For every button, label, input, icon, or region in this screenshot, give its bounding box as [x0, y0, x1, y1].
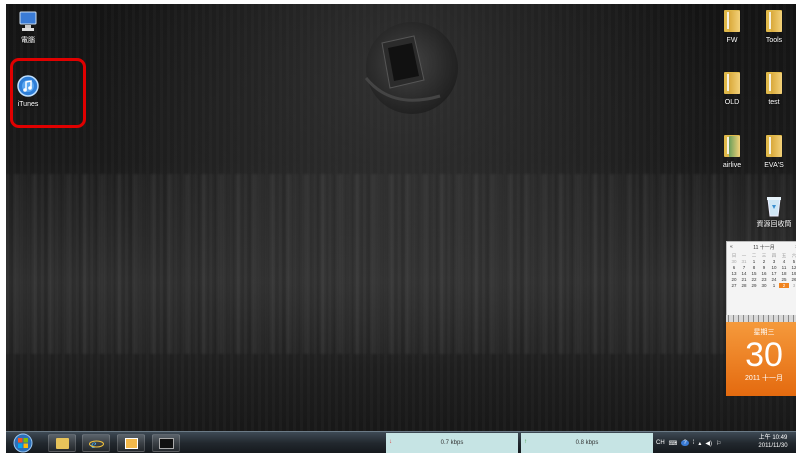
folder-icon [724, 10, 740, 32]
calendar-day-cell[interactable]: 28 [739, 283, 749, 288]
volume-icon[interactable]: ◀) [705, 440, 712, 447]
calendar-day-cell[interactable]: 19 [789, 271, 796, 276]
calendar-day-cell[interactable]: 7 [739, 265, 749, 270]
action-center-icon[interactable]: ⚐ [716, 440, 721, 447]
internet-explorer-icon: e [89, 437, 104, 450]
wallpaper-logo [364, 22, 458, 114]
calendar-day-cell[interactable]: 30 [759, 283, 769, 288]
calendar-day-cell[interactable]: 17 [769, 271, 779, 276]
desktop-icon-label: test [768, 99, 780, 106]
recycle-bin-icon [763, 194, 785, 218]
wallpaper-rays [6, 174, 796, 354]
calendar-day-cell[interactable]: 3 [789, 283, 796, 288]
desktop-icon-recycle-bin[interactable]: 資源回收筒 [752, 194, 796, 229]
calendar-day-cell[interactable]: 23 [759, 277, 769, 282]
calendar-day-cell[interactable]: 4 [779, 259, 789, 264]
calendar-day-cell[interactable]: 30 [729, 259, 739, 264]
calendar-prev-button[interactable]: « [730, 244, 733, 251]
svg-text:e: e [91, 437, 97, 450]
taskbar-media-button[interactable] [117, 434, 145, 452]
start-orb-icon [13, 433, 33, 453]
desktop-icon-test[interactable]: test [752, 72, 796, 107]
calendar-day-cell[interactable]: 2 [779, 283, 789, 288]
media-icon [125, 438, 138, 449]
download-rate: 0.7 kbps [440, 440, 464, 446]
computer-icon [17, 10, 39, 34]
desktop-icon-label: 資源回收筒 [756, 221, 792, 228]
taskbar: e ↓ 0.7 kbps ↑ 0.8 kbps CH ⌨ ? ⁞ ▴ ◀) ⚐ [6, 431, 796, 453]
calendar-day-cell[interactable]: 8 [749, 265, 759, 270]
download-meter[interactable]: ↓ 0.7 kbps [386, 433, 518, 453]
calendar-day-cell[interactable]: 1 [749, 259, 759, 264]
desktop-icon-evas[interactable]: EVA'S [752, 135, 796, 170]
desktop-icon-fw[interactable]: FW [710, 10, 754, 45]
tray-handle-icon[interactable]: ⁞ [693, 440, 695, 446]
calendar-year-month: 2011 十一月 [745, 375, 783, 382]
desktop-icon-label: EVA'S [764, 162, 784, 169]
calendar-day-cell[interactable]: 3 [769, 259, 779, 264]
desktop-icon-label: 電腦 [21, 37, 35, 44]
calendar-day-cell[interactable]: 10 [769, 265, 779, 270]
desktop-icon-label: OLD [724, 99, 740, 106]
calendar-day-cell[interactable]: 16 [759, 271, 769, 276]
taskbar-terminal-button[interactable] [152, 434, 180, 452]
calendar-day-cell[interactable]: 26 [789, 277, 796, 282]
desktop-icon-label: airlive [722, 162, 742, 169]
explorer-icon [56, 438, 69, 449]
calendar-day-cell[interactable]: 9 [759, 265, 769, 270]
calendar-day-cell[interactable]: 18 [779, 271, 789, 276]
calendar-day-cell[interactable]: 21 [739, 277, 749, 282]
system-tray: CH ⌨ ? ⁞ ▴ ◀) ⚐ [656, 435, 721, 451]
desktop-icon-airlive[interactable]: airlive [710, 135, 754, 170]
calendar-day-cell[interactable]: 29 [749, 283, 759, 288]
keyboard-icon[interactable]: ⌨ [669, 440, 678, 447]
folder-icon [724, 72, 740, 94]
calendar-days: 30 31 1 2 3 4 5 6 7 8 9 10 11 12 13 14 15 16 17 18 19 20 21 22 2… [727, 259, 796, 288]
calendar-day-cell[interactable]: 15 [749, 271, 759, 276]
taskbar-explorer-button[interactable] [48, 434, 76, 452]
upload-meter[interactable]: ↑ 0.8 kbps [521, 433, 653, 453]
calendar-day-cell[interactable]: 25 [779, 277, 789, 282]
calendar-day-cell[interactable]: 6 [729, 265, 739, 270]
calendar-month-label: 11 十一月 [753, 245, 775, 251]
desktop-icon-old[interactable]: OLD [710, 72, 754, 107]
calendar-day-cell[interactable]: 2 [759, 259, 769, 264]
calendar-day-cell[interactable]: 24 [769, 277, 779, 282]
tray-expand-icon[interactable]: ▴ [698, 440, 701, 447]
calendar-big-date[interactable]: 星期三 30 2011 十一月 [726, 322, 796, 396]
desktop-icon-label: FW [726, 37, 738, 44]
calendar-day-cell[interactable]: 1 [769, 283, 779, 288]
terminal-icon [159, 438, 174, 449]
clock-time: 上午 10:49 [758, 435, 788, 441]
calendar-day-cell[interactable]: 22 [749, 277, 759, 282]
taskbar-ie-button[interactable]: e [82, 434, 110, 452]
start-button[interactable] [12, 433, 34, 453]
calendar-day-cell[interactable]: 27 [729, 283, 739, 288]
calendar-day-cell[interactable]: 14 [739, 271, 749, 276]
folder-icon [766, 72, 782, 94]
calendar-gadget[interactable]: « 11 十一月 » 日 一 二 三 四 五 六 303112345678910… [726, 241, 796, 321]
upload-rate: 0.8 kbps [575, 440, 599, 446]
desktop-icon-tools[interactable]: Tools [752, 10, 796, 45]
highlight-box [10, 58, 86, 128]
folder-icon [766, 135, 782, 157]
desktop-icon-computer[interactable]: 電腦 [6, 10, 50, 45]
calendar-day-cell[interactable]: 20 [729, 277, 739, 282]
taskbar-clock[interactable]: 上午 10:49 2011/11/30 [751, 434, 795, 450]
clock-date: 2011/11/30 [758, 443, 788, 449]
folder-icon [724, 135, 740, 157]
calendar-header: « 11 十一月 » [727, 242, 796, 253]
calendar-day-cell[interactable]: 12 [789, 265, 796, 270]
language-indicator[interactable]: CH [656, 440, 665, 446]
calendar-day-cell[interactable]: 13 [729, 271, 739, 276]
desktop: 電腦 iTunes FW Tools OLD test airlive EVA'… [6, 4, 796, 453]
folder-icon [766, 10, 782, 32]
desktop-icon-label: Tools [765, 37, 783, 44]
calendar-day-cell[interactable]: 31 [739, 259, 749, 264]
calendar-day: 30 [745, 336, 783, 374]
calendar-day-cell[interactable]: 5 [789, 259, 796, 264]
help-icon[interactable]: ? [681, 440, 689, 446]
calendar-day-cell[interactable]: 11 [779, 265, 789, 270]
